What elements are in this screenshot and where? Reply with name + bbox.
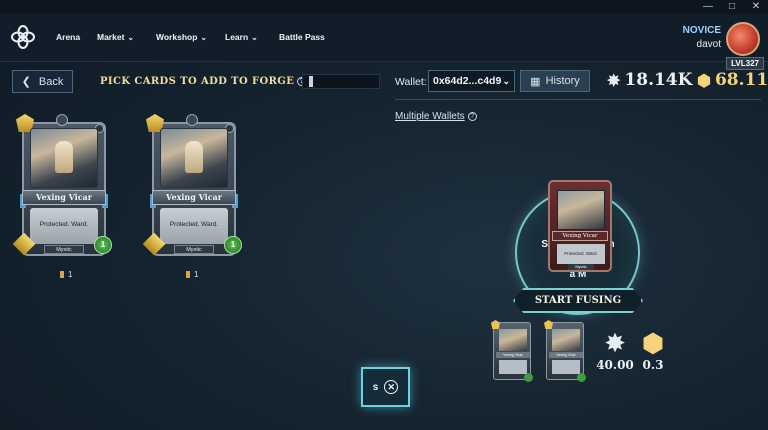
selection-widget-label: s [372, 381, 379, 393]
back-label: Back [38, 75, 64, 88]
card-name: Vexing Vicar [152, 190, 236, 205]
card-art [30, 128, 98, 188]
gods-token-icon: ⬢ [697, 70, 711, 90]
card-count: 1 [186, 270, 198, 279]
player-username: davot [696, 39, 721, 50]
forge-gods-reward: ⬢ 0.3 [633, 330, 673, 372]
nav-learn[interactable]: Learn ⌄ [225, 32, 258, 42]
card-count-value: 1 [194, 270, 199, 279]
nav-battle-pass-label: Battle Pass [279, 32, 325, 42]
avatar[interactable] [726, 22, 760, 56]
card-vexing-vicar-1[interactable]: Vexing Vicar Protected. Ward. Mystic 1 [12, 110, 112, 260]
mana-gem-icon [491, 320, 500, 329]
wallet-select[interactable]: 0x64d2...c4d9 ⌄ [428, 70, 515, 92]
health-icon [524, 373, 533, 382]
nav-arena[interactable]: Arena [56, 32, 80, 42]
forge-preview-card: Vexing Vicar Protected. Ward. Mystic [548, 180, 612, 272]
top-nav: Arena Market ⌄ Workshop ⌄ Learn ⌄ Battle Pa… [0, 14, 768, 70]
forge-gods-value: 0.3 [642, 358, 664, 372]
close-window-icon[interactable]: ✕ [744, 0, 768, 14]
health-value: 1 [224, 236, 242, 254]
help-icon[interactable]: ? [467, 112, 477, 121]
history-label: History [545, 75, 580, 87]
forge-slot-card-1[interactable]: Vexing Vicar [491, 320, 533, 382]
forge-star-reward: ✸ 40.00 [595, 330, 635, 372]
history-button[interactable]: ▦ History [520, 70, 590, 92]
window-titlebar: — □ ✕ [0, 0, 768, 14]
back-button[interactable]: ❮ Back [12, 70, 73, 93]
card-art [499, 329, 527, 351]
card-count: 1 [60, 270, 72, 279]
mana-gem-icon [544, 320, 553, 329]
minimize-icon[interactable]: — [696, 0, 720, 14]
star-value: 18.14K [624, 70, 693, 90]
card-tribe: Mystic [174, 245, 214, 254]
slider-thumb[interactable] [309, 76, 313, 87]
nav-arena-label: Arena [56, 32, 81, 42]
card-name: Vexing Vicar [496, 352, 530, 358]
health-icon [577, 373, 586, 382]
card-text-box [552, 360, 580, 374]
card-art [160, 128, 228, 188]
rarity-icon [186, 114, 198, 126]
multiple-wallets-label: Multiple Wallets [395, 111, 465, 122]
start-fusing-button[interactable]: START FUSING [513, 288, 643, 313]
card-chip-icon [186, 271, 190, 278]
card-name: Vexing Vicar [549, 352, 583, 358]
chevron-down-icon: ⌄ [200, 32, 208, 42]
gods-token-icon: ⬢ [641, 328, 665, 358]
wallet-value: 0x64d2...c4d9 [433, 75, 502, 87]
nav-workshop[interactable]: Workshop ⌄ [156, 32, 207, 42]
card-size-slider[interactable] [302, 74, 380, 89]
card-chip-icon [60, 271, 64, 278]
maximize-icon[interactable]: □ [720, 0, 744, 14]
chevron-down-icon: ⌄ [251, 32, 258, 42]
card-art [552, 329, 580, 351]
card-name: Vexing Vicar [552, 231, 608, 241]
health-value: 1 [94, 236, 112, 254]
card-text: Protected. Ward. [557, 244, 605, 264]
toolbar-divider [395, 99, 761, 100]
chevron-down-icon: ⌄ [502, 76, 510, 86]
nav-battle-pass[interactable]: Battle Pass [279, 32, 325, 42]
card-art [557, 190, 605, 230]
nav-market-label: Market [97, 32, 125, 42]
page-title-text: PICK CARDS TO ADD TO FORGE [100, 76, 295, 87]
nav-learn-label: Learn [225, 32, 249, 42]
app-logo-icon[interactable] [10, 24, 36, 50]
star-balance: ✸ 18.14K [607, 70, 692, 90]
card-count-value: 1 [68, 270, 73, 279]
wallet-label: Wallet: [395, 76, 427, 88]
card-vexing-vicar-2[interactable]: Vexing Vicar Protected. Ward. Mystic 1 [142, 110, 242, 260]
history-icon: ▦ [530, 75, 541, 88]
star-icon: ✸ [607, 70, 621, 90]
close-icon[interactable]: ✕ [384, 380, 399, 394]
nav-market[interactable]: Market ⌄ [97, 32, 134, 42]
gods-value: 68.11 [714, 70, 768, 90]
card-tribe: Mystic [568, 264, 594, 270]
gods-balance: ⬢ 68.11 [697, 70, 768, 90]
star-icon: ✸ [604, 328, 626, 358]
multiple-wallets-link[interactable]: Multiple Wallets? [395, 111, 477, 122]
rarity-icon [56, 114, 68, 126]
forge-star-value: 40.00 [596, 358, 634, 372]
card-name: Vexing Vicar [22, 190, 106, 205]
page-title: PICK CARDS TO ADD TO FORGE? [100, 76, 307, 87]
chevron-left-icon: ❮ [21, 76, 31, 88]
card-tribe: Mystic [44, 245, 84, 254]
forge-slot-card-2[interactable]: Vexing Vicar [544, 320, 586, 382]
card-text: Protected. Ward. [160, 208, 228, 244]
card-text-box [499, 360, 527, 374]
chevron-down-icon: ⌄ [127, 32, 135, 42]
level-badge: LVL327 [726, 57, 764, 70]
player-rank: NOVICE [682, 25, 721, 36]
nav-workshop-label: Workshop [156, 32, 198, 42]
selection-widget[interactable]: s ✕ [361, 367, 410, 407]
card-text: Protected. Ward. [30, 208, 98, 244]
